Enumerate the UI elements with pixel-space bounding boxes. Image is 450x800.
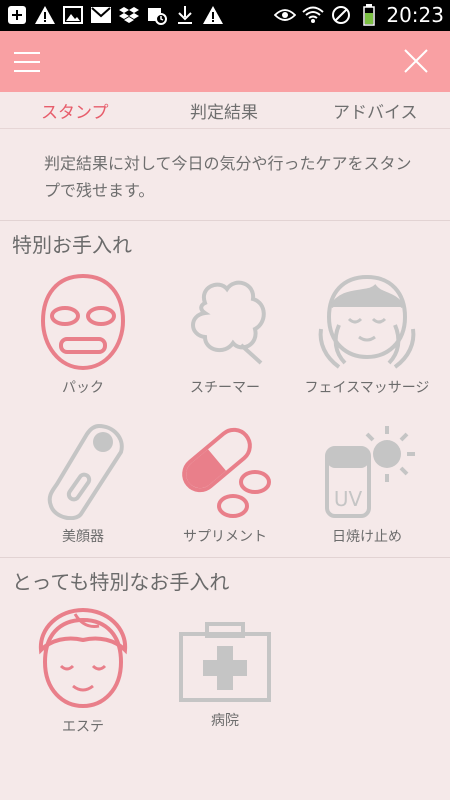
status-bar: 20:23	[0, 0, 450, 31]
stamp-label: サプリメント	[183, 529, 267, 545]
stamp-label: 日焼け止め	[332, 529, 402, 545]
steamer-icon	[191, 280, 266, 365]
gmail-icon	[90, 4, 112, 26]
status-time: 20:23	[386, 3, 444, 27]
tab-result[interactable]: 判定結果	[190, 98, 258, 123]
stamp-item-pack[interactable]: パック	[13, 273, 153, 397]
battery-icon	[358, 4, 380, 26]
stamp-label: 病院	[211, 713, 239, 729]
stamp-label: エステ	[62, 719, 104, 735]
dropbox-icon	[118, 4, 140, 26]
stamp-item-steamer[interactable]: スチーマー	[155, 273, 295, 397]
warning-icon	[202, 4, 224, 26]
beauty-device-icon	[47, 423, 124, 520]
close-icon	[404, 49, 428, 73]
stamp-item-esthetic[interactable]: エステ	[13, 606, 153, 736]
sunscreen-icon: UV	[325, 426, 415, 518]
wifi-icon	[302, 4, 325, 26]
tab-advice[interactable]: アドバイス	[333, 98, 418, 123]
intro-text: 判定結果に対して今日の気分や行ったケアをスタンプで残せます。	[44, 154, 412, 200]
stamp-item-supplement[interactable]: サプリメント	[155, 420, 295, 546]
esthetic-salon-icon	[38, 607, 128, 709]
calendar-clock-icon	[146, 4, 168, 26]
section-title-very-special-care: とっても特別なお手入れ	[12, 570, 230, 594]
face-massage-icon	[318, 274, 416, 369]
close-button[interactable]	[404, 49, 428, 73]
add-notification-icon	[6, 4, 28, 26]
stamp-label: 美顔器	[62, 529, 104, 545]
divider	[0, 220, 450, 221]
image-icon	[62, 4, 84, 26]
face-mask-icon	[40, 273, 126, 371]
stamp-label: スチーマー	[190, 380, 260, 396]
eye-icon	[274, 4, 297, 26]
hospital-icon	[179, 622, 271, 702]
svg-text:UV: UV	[334, 487, 363, 511]
no-signal-icon	[330, 4, 352, 26]
warning-icon	[34, 4, 56, 26]
tab-stamp[interactable]: スタンプ	[41, 98, 109, 123]
stamp-item-hospital[interactable]: 病院	[155, 620, 295, 730]
app-bar	[0, 31, 450, 92]
stamp-label: パック	[62, 380, 104, 396]
section-title-special-care: 特別お手入れ	[12, 233, 132, 257]
supplement-icon	[182, 427, 271, 518]
download-icon	[174, 4, 196, 26]
hamburger-menu-icon	[14, 52, 40, 72]
stamp-item-sunscreen[interactable]: UV 日焼け止め	[297, 420, 437, 546]
stamp-item-beauty-device[interactable]: 美顔器	[13, 420, 153, 546]
stamp-item-face-massage[interactable]: フェイスマッサージ	[297, 273, 437, 397]
menu-button[interactable]	[14, 51, 40, 73]
tab-bar: スタンプ 判定結果 アドバイス	[0, 92, 450, 129]
divider	[0, 557, 450, 558]
stamp-label: フェイスマッサージ	[304, 380, 430, 396]
